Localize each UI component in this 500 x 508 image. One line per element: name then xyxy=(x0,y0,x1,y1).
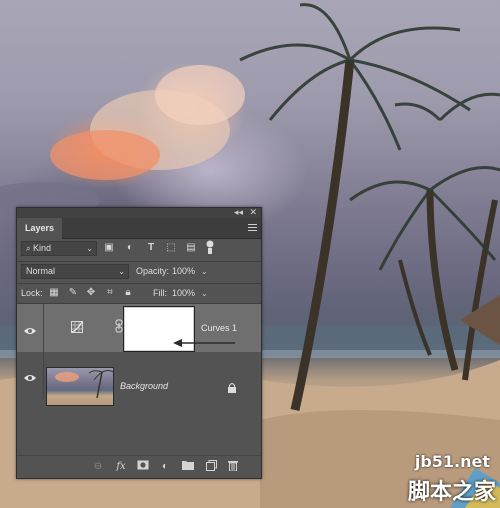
mask-link-icon[interactable] xyxy=(115,319,123,333)
separator xyxy=(17,261,261,262)
chevron-down-icon: ⌄ xyxy=(201,267,208,276)
blend-mode-value: Normal xyxy=(26,266,56,276)
folder-icon[interactable] xyxy=(181,460,195,474)
panel-tab-row: Layers xyxy=(17,218,261,239)
layer-thumbnail[interactable] xyxy=(46,367,114,406)
visibility-eye-icon[interactable] xyxy=(23,323,37,334)
layer-background[interactable]: Background xyxy=(17,352,261,406)
adjustment-filter-icon[interactable]: ◐ xyxy=(124,242,136,254)
type-filter-icon[interactable]: T xyxy=(145,242,157,254)
link-icon[interactable]: ⊖ xyxy=(91,460,105,474)
fill-value: 100% xyxy=(172,288,196,298)
smart-object-filter-icon[interactable]: ▤ xyxy=(185,242,197,254)
chevron-down-icon: ⌄ xyxy=(118,267,125,276)
search-icon: ⌕ xyxy=(26,244,31,253)
panel-footer: ⊖ fx ◐ xyxy=(17,455,261,478)
pointer-arrow-icon xyxy=(173,335,237,347)
adjustment-icon[interactable]: ◐ xyxy=(158,460,172,474)
pixel-filter-icon[interactable]: ▣ xyxy=(103,242,115,254)
filter-kind-dropdown[interactable]: ⌕ Kind ⌄ xyxy=(21,241,97,256)
column-divider xyxy=(43,352,44,398)
watermark: jb51.net 脚本之家 xyxy=(370,446,500,508)
shape-filter-icon[interactable]: ⬚ xyxy=(165,242,177,254)
lock-label: Lock: xyxy=(21,288,43,298)
blend-row: Normal ⌄ Opacity: 100% ⌄ xyxy=(17,264,261,282)
fill-label: Fill: xyxy=(153,288,167,298)
layer-curves-1[interactable]: Curves 1 xyxy=(17,304,261,352)
opacity-field[interactable]: 100% ⌄ xyxy=(172,264,208,279)
lock-row: Lock: ▦ ✎ ✥ ⌗ 🔒︎ Fill: 100% ⌄ xyxy=(17,286,261,302)
layer-name[interactable]: Curves 1 xyxy=(201,322,237,334)
panel-menu-icon[interactable] xyxy=(248,224,257,232)
opacity-value: 100% xyxy=(172,266,196,276)
visibility-eye-icon[interactable] xyxy=(23,370,37,381)
blend-mode-dropdown[interactable]: Normal ⌄ xyxy=(21,264,129,279)
lock-all-icon[interactable]: 🔒︎ xyxy=(122,287,134,299)
column-divider xyxy=(43,304,44,352)
separator xyxy=(17,283,261,284)
close-panel-icon[interactable]: ✕ xyxy=(249,207,257,217)
trash-icon[interactable] xyxy=(226,460,240,474)
chevron-down-icon: ⌄ xyxy=(201,289,208,298)
filter-row: ⌕ Kind ⌄ ▣ ◐ T ⬚ ▤ xyxy=(17,240,261,260)
lock-pixels-icon[interactable]: ✎ xyxy=(67,287,79,299)
lock-artboard-icon[interactable]: ⌗ xyxy=(104,287,116,299)
lock-transparency-icon[interactable]: ▦ xyxy=(48,287,60,299)
layer-name[interactable]: Background xyxy=(120,380,168,392)
panel-titlebar: ◂◂ ✕ xyxy=(17,207,261,218)
watermark-site: jb51.net xyxy=(414,452,490,471)
fx-icon[interactable]: fx xyxy=(114,460,128,474)
chevron-down-icon: ⌄ xyxy=(86,244,93,253)
opacity-label: Opacity: xyxy=(136,266,170,276)
new-layer-icon[interactable] xyxy=(204,460,218,474)
curves-adjustment-icon xyxy=(71,320,83,333)
fill-field[interactable]: 100% ⌄ xyxy=(172,286,208,301)
lock-position-icon[interactable]: ✥ xyxy=(85,287,97,299)
watermark-text: 脚本之家 xyxy=(407,480,496,505)
tab-layers[interactable]: Layers xyxy=(17,218,63,239)
filter-kind-label: Kind xyxy=(33,243,52,253)
mask-icon[interactable] xyxy=(136,460,150,474)
layers-panel: ◂◂ ✕ Layers ⌕ Kind ⌄ ▣ ◐ T ⬚ ▤ Normal ⌄ … xyxy=(16,207,262,479)
lock-icon xyxy=(227,380,237,393)
filter-toggle-icon[interactable] xyxy=(204,240,216,254)
collapse-panel-icon[interactable]: ◂◂ xyxy=(234,207,243,217)
